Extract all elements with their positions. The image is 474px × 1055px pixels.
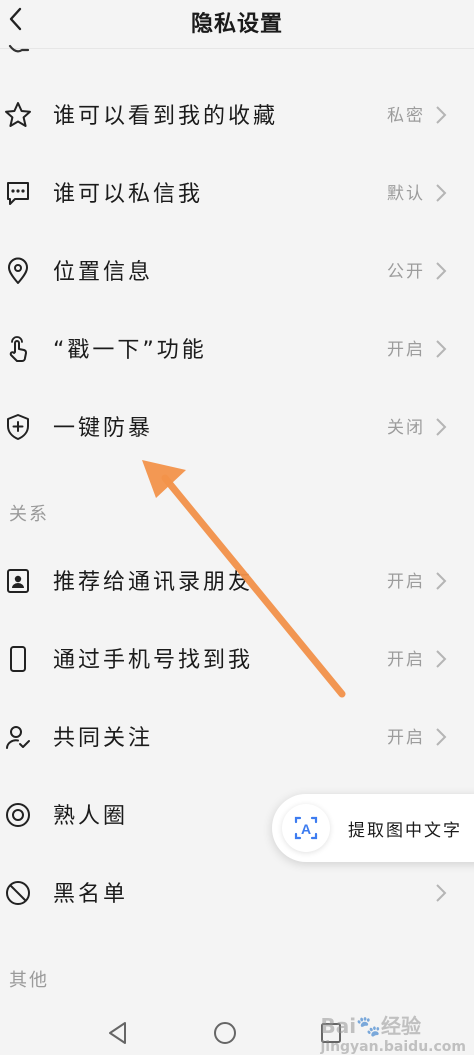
setting-label: 位置信息 xyxy=(53,260,154,285)
watermark-paw-icon: 🐾 xyxy=(356,1014,381,1038)
watermark-brand: Bai xyxy=(320,1014,357,1038)
setting-value: 开启 xyxy=(387,340,425,360)
chevron-right-icon xyxy=(436,728,447,746)
contact-card-icon xyxy=(7,569,29,593)
setting-label: 推荐给通讯录朋友 xyxy=(53,570,254,595)
setting-row-private-message[interactable]: 谁可以私信我 默认 xyxy=(0,158,474,228)
chevron-right-icon xyxy=(436,572,447,590)
message-icon xyxy=(7,182,29,205)
setting-value: 开启 xyxy=(387,728,425,748)
setting-label: 黑名单 xyxy=(53,882,129,907)
user-check-icon xyxy=(6,726,30,749)
page-title: 隐私设置 xyxy=(190,12,283,37)
setting-value: 关闭 xyxy=(387,418,425,438)
setting-row-blacklist[interactable]: 黑名单 xyxy=(0,858,474,928)
location-icon xyxy=(8,257,28,284)
chevron-right-icon xyxy=(436,418,447,436)
watermark-brand2: 经验 xyxy=(380,1014,421,1038)
chevron-right-icon xyxy=(436,650,447,668)
tap-hand-icon xyxy=(9,336,27,362)
star-icon xyxy=(5,102,31,127)
extract-text-button[interactable]: A 提取图中文字 xyxy=(272,794,474,862)
setting-value: 开启 xyxy=(387,650,425,670)
phone-icon xyxy=(10,646,26,672)
chevron-right-icon xyxy=(436,106,447,124)
setting-row-anti-harassment[interactable]: 一键防暴 关闭 xyxy=(0,392,474,462)
partial-icon xyxy=(8,44,30,53)
chevron-right-icon xyxy=(436,262,447,280)
setting-row-poke[interactable]: “戳一下”功能 开启 xyxy=(0,314,474,384)
section-title-other: 其他 xyxy=(9,970,49,991)
shield-plus-icon xyxy=(7,414,29,440)
chevron-right-icon xyxy=(436,884,447,902)
setting-label: 谁可以私信我 xyxy=(53,182,204,207)
setting-value: 私密 xyxy=(387,106,425,126)
nav-home-icon[interactable] xyxy=(212,1020,238,1046)
text-scan-icon: A xyxy=(282,804,330,852)
setting-row-recommend-contacts[interactable]: 推荐给通讯录朋友 开启 xyxy=(0,546,474,616)
setting-row-favorites-visibility[interactable]: 谁可以看到我的收藏 私密 xyxy=(0,80,474,150)
setting-value: 公开 xyxy=(387,262,425,282)
section-title-relations: 关系 xyxy=(9,504,49,525)
header-bar: 隐私设置 xyxy=(0,0,474,49)
block-icon xyxy=(6,881,30,905)
setting-label: 谁可以看到我的收藏 xyxy=(53,104,279,129)
setting-label: 通过手机号找到我 xyxy=(53,648,254,673)
circle-target-icon xyxy=(6,803,30,827)
chevron-right-icon xyxy=(436,340,447,358)
watermark: Bai🐾经验 jingyan.baidu.com xyxy=(320,1010,466,1055)
setting-label: 共同关注 xyxy=(53,726,154,751)
ocr-icon-letter: A xyxy=(301,821,311,837)
nav-back-icon[interactable] xyxy=(105,1020,131,1046)
setting-value: 开启 xyxy=(387,572,425,592)
setting-row-mutual-follow[interactable]: 共同关注 开启 xyxy=(0,702,474,772)
setting-row-find-by-phone[interactable]: 通过手机号找到我 开启 xyxy=(0,624,474,694)
setting-row-location[interactable]: 位置信息 公开 xyxy=(0,236,474,306)
setting-label: 熟人圈 xyxy=(53,804,129,829)
chevron-right-icon xyxy=(436,184,447,202)
setting-value: 默认 xyxy=(387,184,425,204)
extract-text-label: 提取图中文字 xyxy=(348,821,462,841)
setting-label: “戳一下”功能 xyxy=(53,338,207,363)
setting-label: 一键防暴 xyxy=(53,416,154,441)
